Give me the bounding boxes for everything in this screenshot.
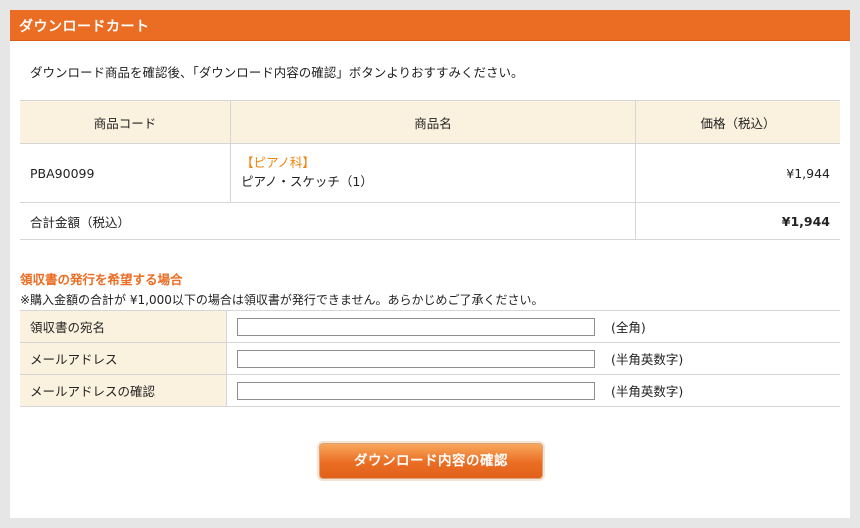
- email-confirm-input[interactable]: [237, 381, 595, 400]
- receipt-form: 領収書の宛名 (全角) メールアドレス (半角英数字) メールアドレスの確認 (…: [20, 310, 840, 407]
- receipt-name-hint: (全角): [610, 320, 646, 335]
- total-row: 合計金額（税込） ¥1,944: [20, 202, 840, 240]
- cart-header-row: 商品コード 商品名 価格（税込）: [20, 100, 840, 144]
- form-row-email-confirm: メールアドレスの確認 (半角英数字): [20, 374, 840, 407]
- item-name: ピアノ・スケッチ（1）: [241, 174, 373, 189]
- confirm-download-button[interactable]: ダウンロード内容の確認: [319, 443, 543, 479]
- total-label: 合計金額（税込）: [20, 202, 636, 240]
- page-title: ダウンロードカート: [19, 19, 150, 35]
- receipt-name-label: 領収書の宛名: [20, 310, 227, 343]
- panel-header: ダウンロードカート: [10, 10, 850, 41]
- item-category: 【ピアノ科】: [241, 155, 315, 170]
- email-confirm-hint: (半角英数字): [610, 384, 684, 399]
- email-confirm-label: メールアドレスの確認: [20, 374, 227, 407]
- column-header-name: 商品名: [230, 100, 636, 144]
- email-input[interactable]: [237, 349, 595, 368]
- download-cart-panel: ダウンロードカート ダウンロード商品を確認後、「ダウンロード内容の確認」ボタンよ…: [10, 10, 850, 518]
- cart-table: 商品コード 商品名 価格（税込） PBA90099 【ピアノ科】 ピアノ・スケッ…: [20, 100, 840, 240]
- column-header-price: 価格（税込）: [635, 100, 840, 144]
- column-header-code: 商品コード: [20, 100, 231, 144]
- total-value: ¥1,944: [635, 202, 840, 240]
- table-row: PBA90099 【ピアノ科】 ピアノ・スケッチ（1） ¥1,944: [20, 143, 840, 203]
- receipt-note: ※購入金額の合計が ¥1,000以下の場合は領収書が発行できません。あらかじめご…: [20, 293, 544, 307]
- receipt-name-input[interactable]: [237, 317, 595, 336]
- item-price: ¥1,944: [635, 143, 840, 203]
- email-hint: (半角英数字): [610, 352, 684, 367]
- receipt-name-cell: (全角): [226, 310, 840, 343]
- item-name-cell: 【ピアノ科】 ピアノ・スケッチ（1）: [230, 143, 636, 203]
- receipt-section-title: 領収書の発行を希望する場合: [20, 272, 183, 287]
- form-row-receipt-name: 領収書の宛名 (全角): [20, 310, 840, 343]
- email-confirm-cell: (半角英数字): [226, 374, 840, 407]
- item-code: PBA90099: [20, 143, 231, 203]
- email-cell: (半角英数字): [226, 342, 840, 375]
- intro-text: ダウンロード商品を確認後、「ダウンロード内容の確認」ボタンよりおすすみください。: [30, 65, 524, 80]
- form-row-email: メールアドレス (半角英数字): [20, 342, 840, 375]
- email-label: メールアドレス: [20, 342, 227, 375]
